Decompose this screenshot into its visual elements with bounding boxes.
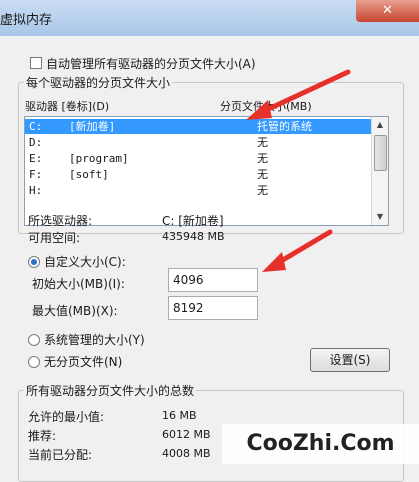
annotation-arrow-icon [246, 69, 351, 120]
watermark-logo: CooZhi.Com [222, 424, 419, 464]
annotation-arrow-icon [262, 229, 333, 272]
annotation-arrow-layer [246, 69, 351, 272]
